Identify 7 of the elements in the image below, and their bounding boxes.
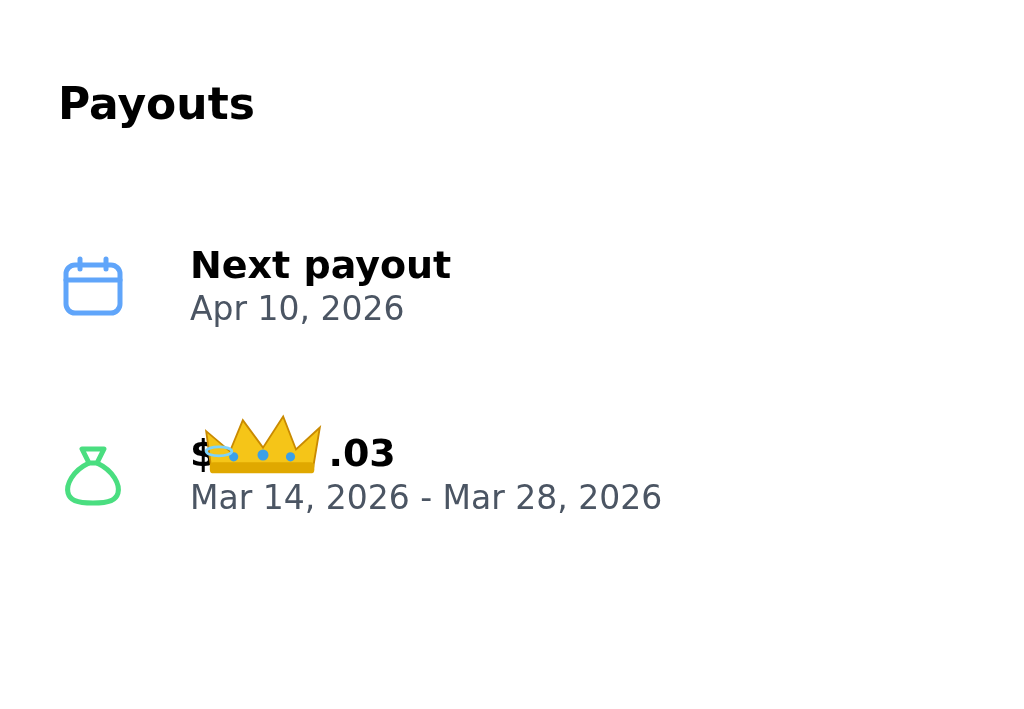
money-bag-icon [62,444,124,507]
amount-text: .03 [328,431,396,478]
item-subtitle: Mar 14, 2026 - Mar 28, 2026 [190,477,663,520]
calendar-icon [62,256,124,319]
page-title: Payouts [58,78,256,131]
item-title: Next payout [190,242,452,289]
item-subtitle: Apr 10, 2026 [190,288,406,331]
